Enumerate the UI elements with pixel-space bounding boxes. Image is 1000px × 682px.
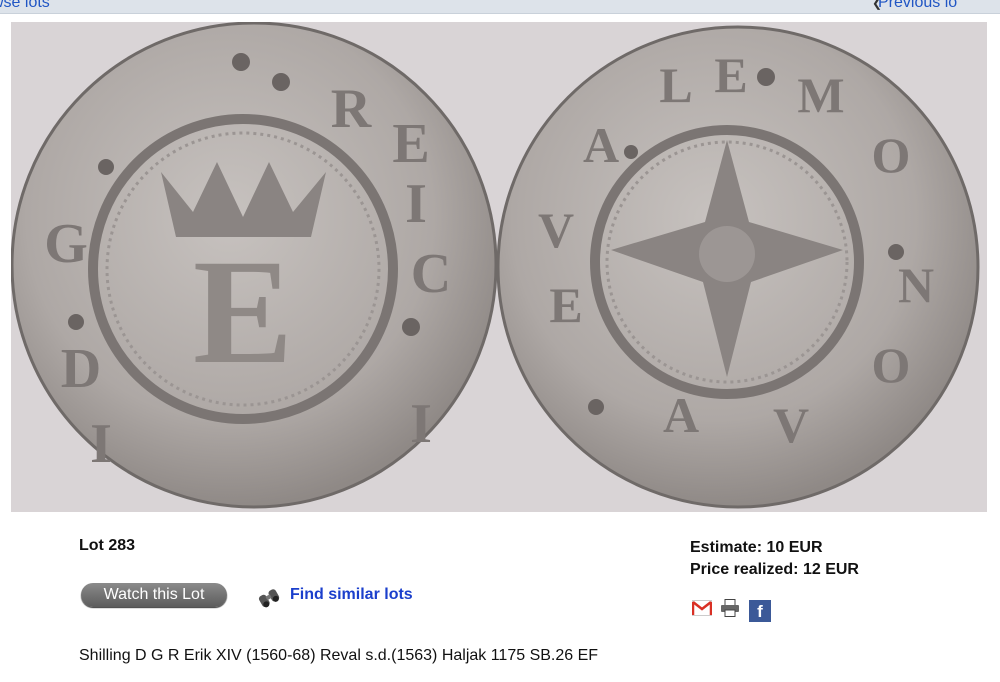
reverse-legend-letter: L bbox=[659, 57, 692, 113]
lot-photo[interactable]: E D G E R I C I I E V A L E M O N O V A bbox=[11, 22, 987, 512]
price-realized-text: Price realized: 12 EUR bbox=[690, 561, 859, 578]
obverse-legend-letter: E bbox=[392, 113, 429, 175]
reverse-legend-letter: N bbox=[898, 257, 934, 313]
obverse-legend-letter: I bbox=[405, 173, 427, 235]
share-icons: f bbox=[691, 599, 775, 622]
reverse-legend-letter: M bbox=[797, 67, 844, 123]
obverse-coin: E D G E R I C I I bbox=[11, 22, 498, 509]
browse-lots-link[interactable]: wse lots bbox=[0, 0, 50, 12]
price-info: Estimate: 10 EUR Price realized: 12 EUR bbox=[690, 537, 859, 581]
reverse-legend-letter: E bbox=[714, 47, 747, 103]
watch-lot-button[interactable]: Watch this Lot bbox=[81, 583, 227, 607]
reverse-legend-letter: A bbox=[663, 387, 699, 443]
binoculars-icon[interactable] bbox=[256, 586, 282, 608]
obverse-legend-letter: I bbox=[90, 413, 112, 475]
reverse-legend-letter: E bbox=[549, 277, 582, 333]
obverse-legend-letter: R bbox=[331, 78, 372, 140]
obverse-legend-letter: G bbox=[44, 213, 88, 275]
reverse-legend-letter: V bbox=[773, 397, 809, 453]
lot-number: Lot 283 bbox=[79, 537, 136, 554]
gmail-icon[interactable] bbox=[691, 600, 713, 621]
coin-image: E D G E R I C I I E V A L E M O N O V A bbox=[11, 22, 980, 509]
reverse-legend-letter: O bbox=[872, 337, 911, 393]
print-icon[interactable] bbox=[720, 599, 740, 622]
reverse-legend-letter: V bbox=[538, 202, 574, 258]
find-similar-lots-link[interactable]: Find similar lots bbox=[290, 586, 413, 604]
reverse-legend-letter: A bbox=[583, 117, 619, 173]
top-navigation-bar: wse lots ❮ Previous lo bbox=[0, 0, 1000, 14]
lot-description: Shilling D G R Erik XIV (1560-68) Reval … bbox=[79, 647, 599, 664]
reverse-coin: E V A L E M O N O V A bbox=[496, 25, 980, 509]
previous-lot-link[interactable]: Previous lo bbox=[878, 0, 957, 12]
reverse-legend-letter: O bbox=[872, 127, 911, 183]
obverse-center-letter: E bbox=[193, 229, 293, 395]
estimate-text: Estimate: 10 EUR bbox=[690, 539, 823, 556]
obverse-legend-letter: I bbox=[410, 393, 432, 455]
obverse-legend-letter: D bbox=[61, 338, 101, 400]
facebook-icon[interactable]: f bbox=[748, 599, 771, 622]
obverse-legend-letter: C bbox=[411, 243, 451, 305]
